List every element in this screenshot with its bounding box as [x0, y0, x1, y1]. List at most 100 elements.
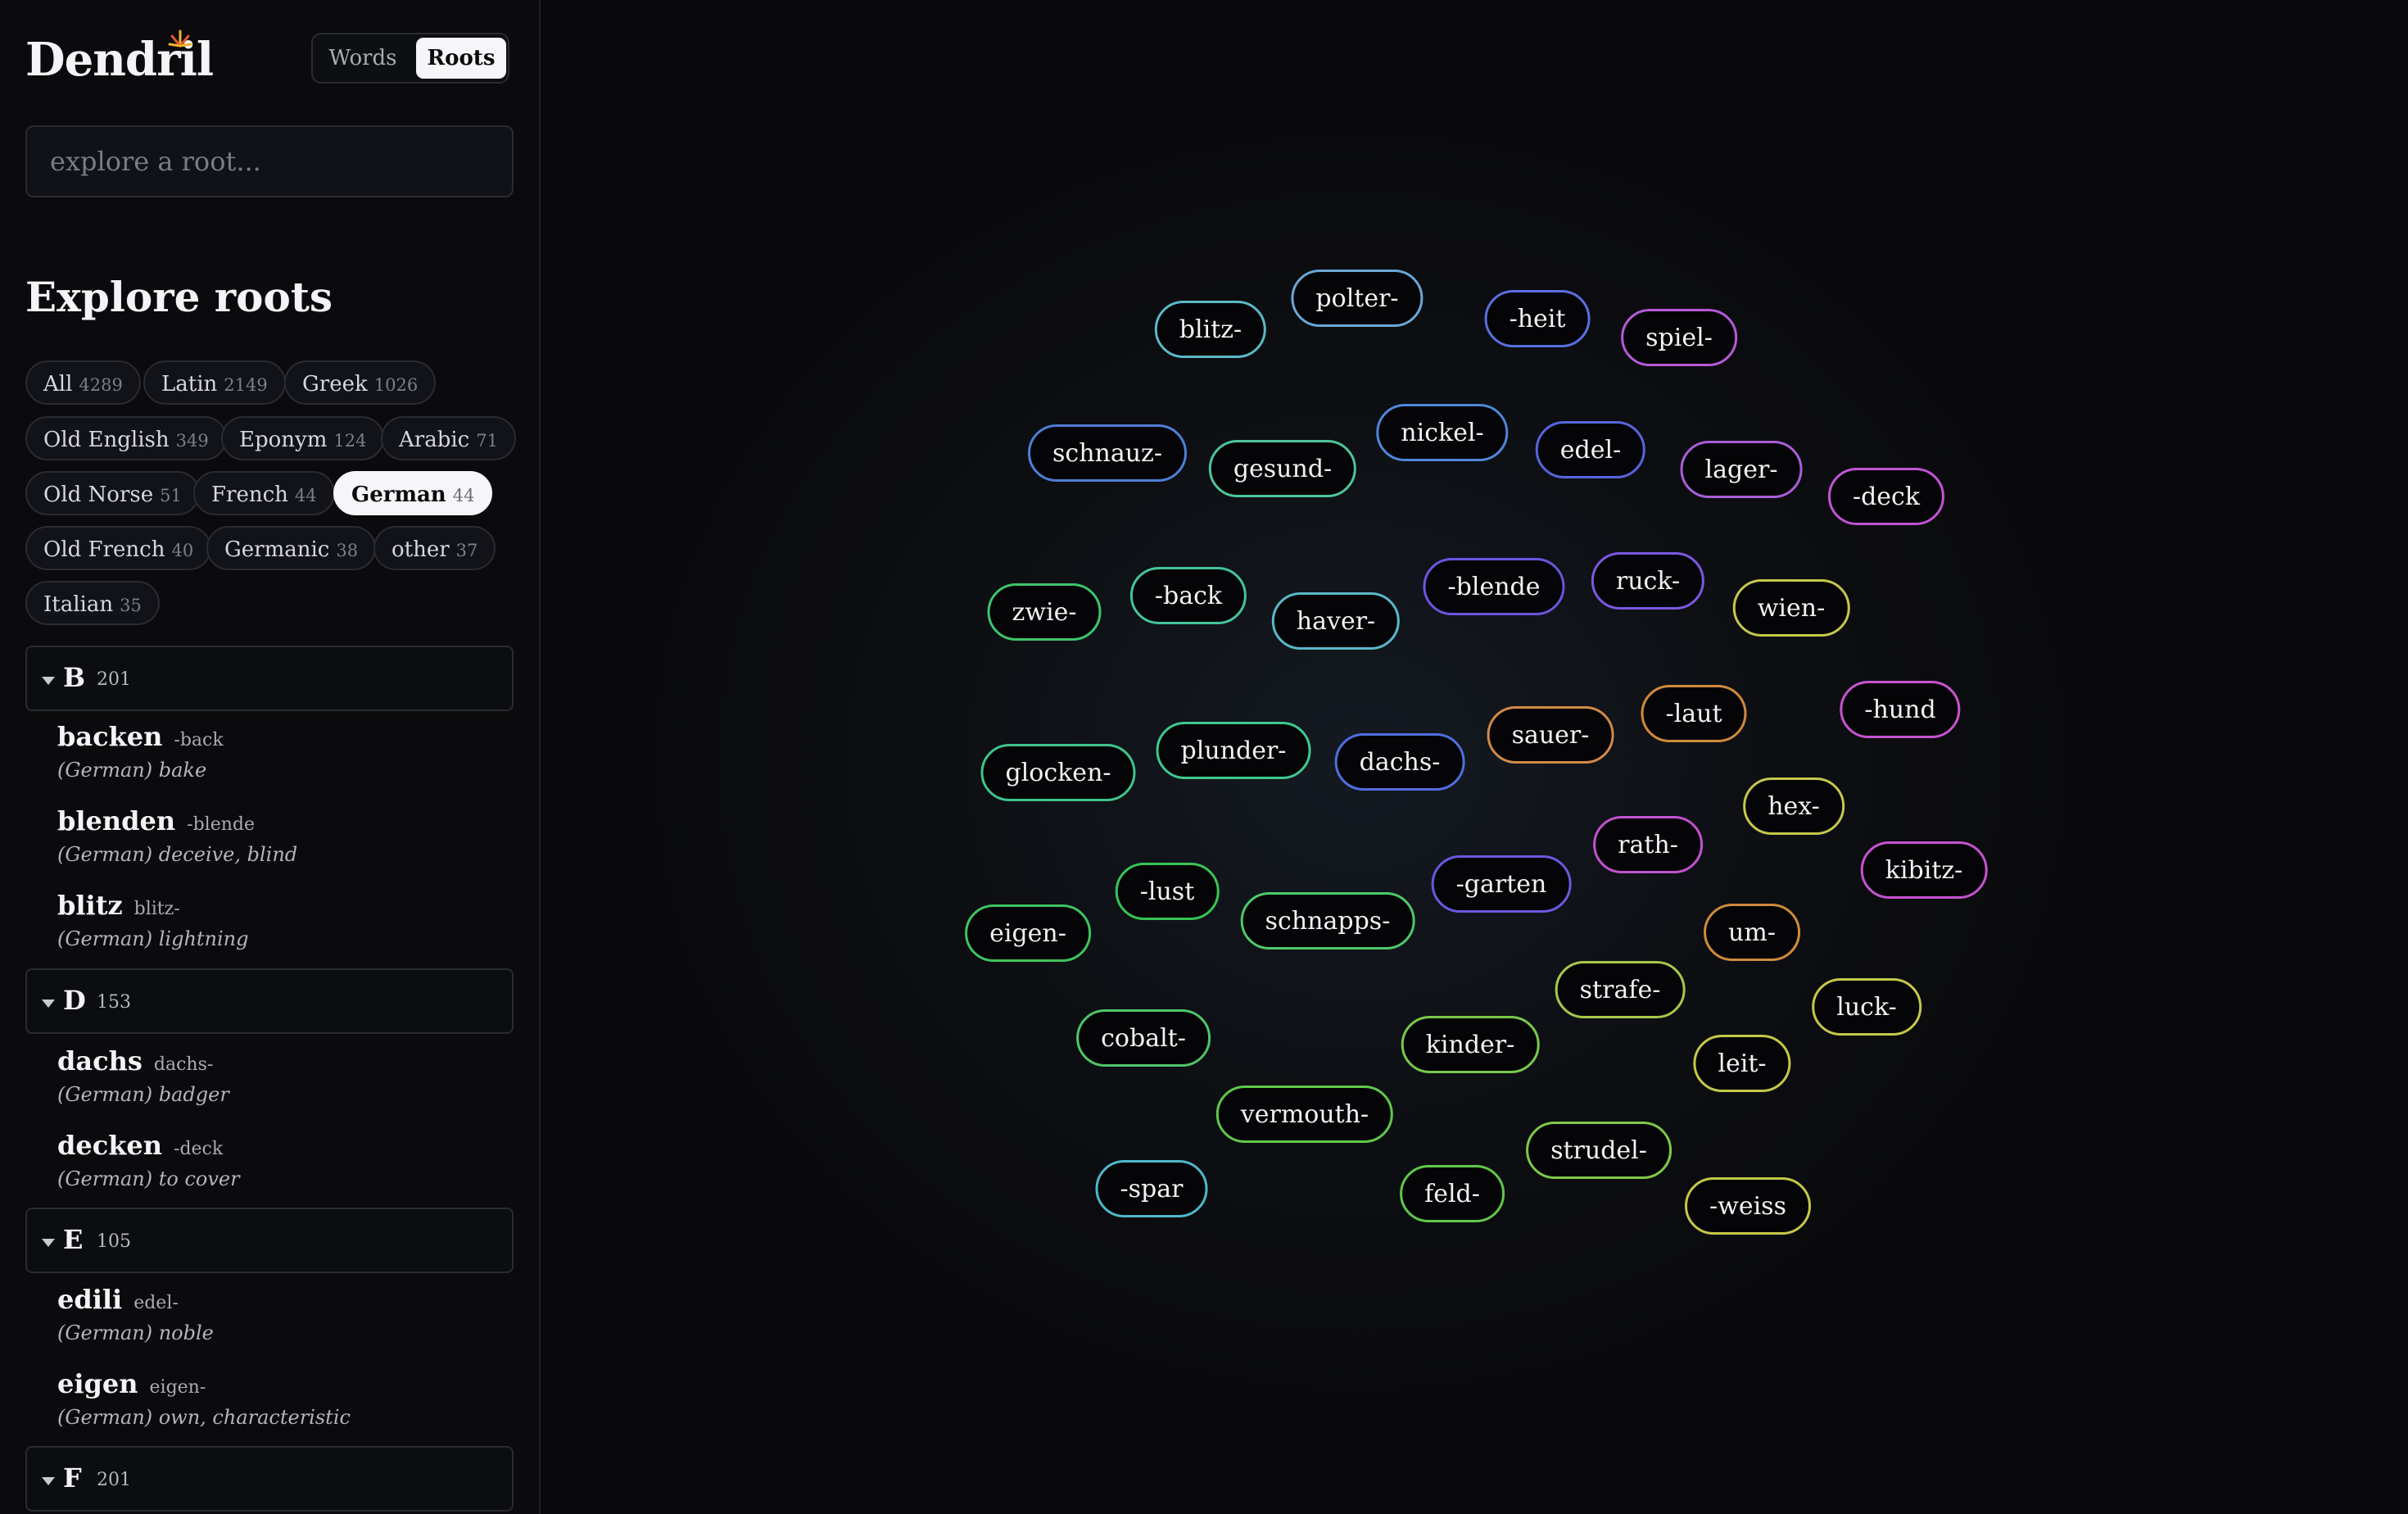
root-node-haver[interactable]: haver-	[1271, 592, 1401, 650]
root-node-nickel[interactable]: nickel-	[1376, 404, 1509, 461]
group-count: 105	[97, 1231, 131, 1252]
entry-word: blenden	[57, 805, 176, 836]
root-node-ruck[interactable]: ruck-	[1591, 552, 1705, 610]
root-node-back[interactable]: -back	[1129, 567, 1247, 624]
filter-chip-count: 124	[333, 431, 367, 451]
words-mode-button[interactable]: Words	[318, 38, 408, 79]
root-entry-heading: edili edel-	[57, 1284, 516, 1315]
entry-gloss: (German) bake	[57, 759, 207, 782]
entry-word: dachs	[57, 1045, 143, 1077]
root-node-zwie[interactable]: zwie-	[987, 583, 1102, 641]
root-node-polter[interactable]: polter-	[1291, 270, 1424, 327]
app-logo[interactable]: Dendril	[25, 29, 214, 87]
letter-group-b[interactable]: B 201	[25, 646, 514, 711]
filter-chip-germanic[interactable]: Germanic 38	[206, 526, 377, 570]
filter-chip-greek[interactable]: Greek 1026	[284, 360, 437, 405]
group-letter: B	[63, 662, 86, 693]
root-node-spiel[interactable]: spiel-	[1621, 309, 1737, 366]
root-entry-heading: blenden -blende	[57, 805, 516, 836]
root-node-hund[interactable]: -hund	[1840, 681, 1961, 738]
root-node-plunder[interactable]: plunder-	[1156, 722, 1311, 779]
root-node-lager[interactable]: lager-	[1680, 441, 1803, 498]
filter-chip-german[interactable]: German 44	[333, 471, 493, 515]
root-node-schnapps[interactable]: schnapps-	[1240, 892, 1415, 950]
root-entry[interactable]: dachs dachs- (German) badger	[57, 1045, 516, 1106]
root-node-lust[interactable]: -lust	[1115, 863, 1220, 920]
root-node-edel[interactable]: edel-	[1535, 421, 1646, 478]
filter-chip-count: 1026	[373, 375, 419, 395]
entry-word: decken	[57, 1130, 163, 1161]
root-node-vermouth[interactable]: vermouth-	[1215, 1086, 1394, 1143]
root-node-feld[interactable]: feld-	[1400, 1165, 1505, 1222]
root-entry-heading: eigen eigen-	[57, 1368, 516, 1399]
filter-chip-label: Germanic	[224, 537, 330, 562]
root-search-input[interactable]	[25, 125, 514, 197]
root-entry[interactable]: backen -back (German) bake	[57, 721, 516, 782]
root-node-kibitz[interactable]: kibitz-	[1860, 841, 1988, 899]
root-entry[interactable]: blitz blitz- (German) lightning	[57, 890, 516, 950]
filter-chip-french[interactable]: French 44	[193, 471, 335, 515]
root-node-leit[interactable]: leit-	[1693, 1035, 1791, 1092]
root-entry-heading: backen -back	[57, 721, 516, 752]
entry-root: -deck	[174, 1139, 224, 1159]
filter-chip-label: Italian	[43, 592, 114, 617]
root-graph[interactable]: polter-blitz- -heit spiel-nickel-edel-schn…	[541, 0, 2408, 1514]
filter-chip-arabic[interactable]: Arabic 71	[381, 416, 516, 460]
root-node-blende[interactable]: -blende	[1423, 558, 1565, 615]
entry-word: eigen	[57, 1368, 138, 1399]
letter-group-f[interactable]: F 201	[25, 1446, 514, 1512]
root-node-laut[interactable]: -laut	[1641, 685, 1747, 742]
root-node-luck[interactable]: luck-	[1812, 978, 1921, 1036]
filter-chip-label: All	[43, 372, 73, 397]
caret-down-icon	[42, 1239, 55, 1247]
group-count: 201	[97, 1470, 131, 1490]
filter-chip-latin[interactable]: Latin 2149	[143, 360, 286, 405]
root-node-deck[interactable]: -deck	[1827, 468, 1945, 525]
root-node-wien[interactable]: wien-	[1732, 579, 1850, 637]
filter-chip-old-norse[interactable]: Old Norse 51	[25, 471, 200, 515]
root-node-blitz[interactable]: blitz-	[1154, 301, 1267, 358]
root-node-spar[interactable]: -spar	[1095, 1160, 1208, 1217]
root-node-schnauz[interactable]: schnauz-	[1028, 424, 1187, 482]
root-node-glocken[interactable]: glocken-	[980, 744, 1136, 801]
entry-root: -blende	[187, 814, 255, 835]
filter-chip-old-french[interactable]: Old French 40	[25, 526, 212, 570]
caret-down-icon	[42, 1477, 55, 1485]
root-node-weiss[interactable]: -weiss	[1685, 1177, 1811, 1235]
entry-gloss: (German) badger	[57, 1083, 229, 1106]
root-node-um[interactable]: um-	[1704, 904, 1800, 961]
caret-down-icon	[42, 677, 55, 685]
root-node-rath[interactable]: rath-	[1593, 816, 1703, 873]
root-node-sauer[interactable]: sauer-	[1487, 706, 1614, 764]
root-node-kinder[interactable]: kinder-	[1401, 1016, 1540, 1073]
root-entry[interactable]: blenden -blende (German) deceive, blind	[57, 805, 516, 866]
root-node-eigen[interactable]: eigen-	[965, 904, 1091, 962]
root-node-strafe[interactable]: strafe-	[1555, 961, 1686, 1018]
root-entry[interactable]: edili edel- (German) noble	[57, 1284, 516, 1344]
root-entry[interactable]: decken -deck (German) to cover	[57, 1130, 516, 1190]
sidebar: Dendril Words Roots Explore roots All 428…	[0, 0, 541, 1514]
root-entry[interactable]: eigen eigen- (German) own, characteristic	[57, 1368, 516, 1429]
group-letter: D	[63, 985, 86, 1016]
filter-chip-old-english[interactable]: Old English 349	[25, 416, 227, 460]
entry-root: eigen-	[149, 1377, 206, 1398]
filter-chip-count: 4289	[79, 375, 123, 395]
filter-chip-italian[interactable]: Italian 35	[25, 581, 160, 625]
root-node-garten[interactable]: -garten	[1431, 855, 1572, 913]
filter-chip-count: 40	[171, 541, 194, 560]
root-node-hex[interactable]: hex-	[1743, 777, 1844, 835]
letter-group-e[interactable]: E 105	[25, 1208, 514, 1273]
root-node-strudel[interactable]: strudel-	[1526, 1122, 1672, 1179]
root-node-gesund[interactable]: gesund-	[1208, 440, 1357, 497]
filter-chip-all[interactable]: All 4289	[25, 360, 141, 405]
entry-gloss: (German) deceive, blind	[57, 843, 298, 866]
filter-chip-count: 44	[294, 486, 317, 505]
roots-mode-button[interactable]: Roots	[416, 38, 506, 79]
root-node-heit[interactable]: -heit	[1484, 290, 1591, 347]
root-node-dachs[interactable]: dachs-	[1334, 733, 1465, 791]
filter-chip-label: Latin	[161, 372, 218, 397]
root-node-cobalt[interactable]: cobalt-	[1076, 1009, 1211, 1067]
letter-group-d[interactable]: D 153	[25, 968, 514, 1034]
filter-chip-other[interactable]: other 37	[373, 526, 496, 570]
filter-chip-eponym[interactable]: Eponym 124	[221, 416, 385, 460]
